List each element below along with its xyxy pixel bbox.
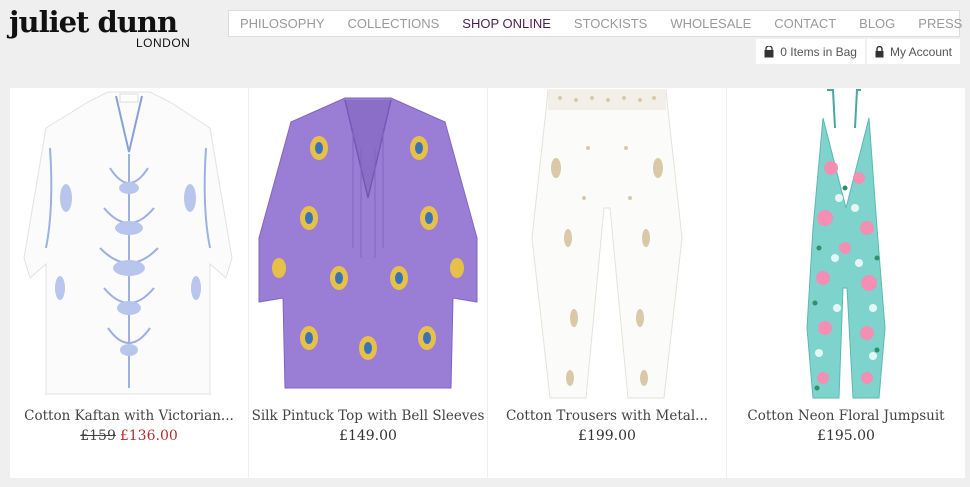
product-name[interactable]: Silk Pintuck Top with Bell Sleeves xyxy=(249,408,487,424)
account-link[interactable]: My Account xyxy=(866,39,960,64)
sale-price: £136.00 xyxy=(119,428,178,444)
nav-stockists[interactable]: STOCKISTS xyxy=(574,16,647,31)
product-name[interactable]: Cotton Kaftan with Victorian... xyxy=(10,408,248,424)
utility-bar: 0 Items in Bag My Account xyxy=(756,39,960,64)
lock-icon xyxy=(875,45,884,57)
product-image[interactable] xyxy=(488,88,726,400)
product-image[interactable] xyxy=(10,88,248,400)
product-image[interactable] xyxy=(727,88,965,400)
original-price: £159 xyxy=(80,428,116,444)
product-card[interactable]: Silk Pintuck Top with Bell Sleeves £149.… xyxy=(249,88,487,478)
product-price: £159 £136.00 xyxy=(10,428,248,444)
product-card[interactable]: Cotton Trousers with Metal... £199.00 xyxy=(488,88,726,478)
nav-philosophy[interactable]: PHILOSOPHY xyxy=(240,16,325,31)
product-card[interactable]: Cotton Kaftan with Victorian... £159 £136… xyxy=(10,88,248,478)
brand-name: juliet dunn xyxy=(9,5,178,39)
main-nav: PHILOSOPHY COLLECTIONS SHOP ONLINE STOCK… xyxy=(228,10,962,37)
brand-logo[interactable]: juliet dunn LONDON xyxy=(9,5,209,50)
product-grid: Cotton Kaftan with Victorian... £159 £136… xyxy=(10,88,970,478)
bag-link[interactable]: 0 Items in Bag xyxy=(756,39,865,64)
nav-press[interactable]: PRESS xyxy=(918,16,962,31)
bag-label: 0 Items in Bag xyxy=(780,44,857,59)
nav-blog[interactable]: BLOG xyxy=(859,16,895,31)
product-price: £195.00 xyxy=(817,428,875,444)
brand-subtitle: LONDON xyxy=(136,36,191,50)
product-price: £199.00 xyxy=(578,428,636,444)
product-name[interactable]: Cotton Trousers with Metal... xyxy=(488,408,726,424)
product-price: £149.00 xyxy=(339,428,397,444)
account-label: My Account xyxy=(889,44,952,59)
nav-shop-online[interactable]: SHOP ONLINE xyxy=(462,16,551,31)
nav-collections[interactable]: COLLECTIONS xyxy=(348,16,440,31)
product-name[interactable]: Cotton Neon Floral Jumpsuit xyxy=(727,408,965,424)
bag-icon xyxy=(764,45,774,57)
nav-wholesale[interactable]: WHOLESALE xyxy=(670,16,751,31)
product-image[interactable] xyxy=(249,88,487,400)
nav-contact[interactable]: CONTACT xyxy=(774,16,836,31)
product-card[interactable]: Cotton Neon Floral Jumpsuit £195.00 xyxy=(727,88,965,478)
